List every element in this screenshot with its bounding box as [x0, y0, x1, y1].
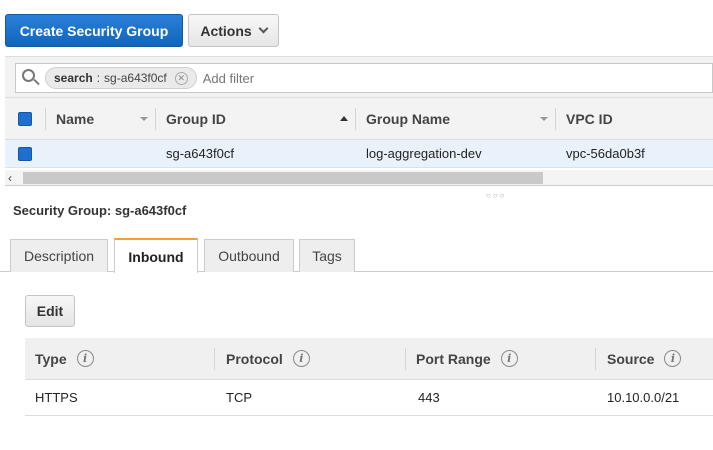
scrollbar-thumb[interactable]: [23, 172, 543, 184]
row-group-name: log-aggregation-dev: [366, 146, 482, 161]
actions-dropdown-button[interactable]: Actions: [188, 14, 279, 47]
rule-source: 10.10.0.0/21: [607, 390, 680, 405]
rules-header: Type i Protocol i Port Range i Source i: [25, 338, 713, 380]
filter-chip[interactable]: search : sg-a643f0cf ✕: [45, 67, 197, 89]
search-icon: [22, 69, 40, 87]
filter-chip-value: sg-a643f0cf: [104, 71, 167, 85]
toolbar: Create Security Group Actions: [0, 0, 713, 56]
edit-button[interactable]: Edit: [25, 295, 75, 327]
rule-port-range: 443: [418, 390, 440, 405]
column-header-group-name[interactable]: Group Name: [366, 98, 450, 139]
sort-icon[interactable]: [540, 116, 548, 121]
chevron-down-icon: [258, 23, 269, 34]
rules-column-type: Type i: [35, 338, 94, 379]
rules-column-port-range: Port Range i: [416, 338, 518, 379]
table-row: HTTPS TCP 443 10.10.0.0/21: [25, 380, 713, 416]
sort-icon[interactable]: [140, 116, 148, 121]
create-security-group-button[interactable]: Create Security Group: [5, 14, 183, 47]
actions-label: Actions: [200, 22, 252, 39]
row-checkbox[interactable]: [18, 146, 32, 161]
rules-column-source: Source i: [607, 338, 682, 379]
detail-title: Security Group: sg-a643f0cf: [13, 203, 187, 218]
column-header-name[interactable]: Name: [56, 98, 94, 139]
filter-chip-separator: :: [96, 71, 101, 85]
filter-chip-key: search: [54, 71, 93, 85]
info-icon[interactable]: i: [500, 350, 518, 367]
info-icon[interactable]: i: [76, 350, 94, 367]
tab-outbound[interactable]: Outbound: [204, 239, 294, 272]
rules-column-source-label: Source: [607, 350, 655, 367]
table-header: Name Group ID Group Name VPC ID: [5, 98, 713, 140]
inbound-rules-table: Type i Protocol i Port Range i Source i …: [25, 338, 713, 416]
tab-tags[interactable]: Tags: [299, 239, 355, 272]
row-vpc-id: vpc-56da0b3f: [566, 146, 645, 161]
remove-filter-icon[interactable]: ✕: [174, 71, 188, 85]
horizontal-scrollbar[interactable]: ‹: [5, 170, 713, 186]
tab-inbound[interactable]: Inbound: [114, 238, 198, 273]
info-icon[interactable]: i: [664, 350, 682, 367]
rules-column-protocol-label: Protocol: [226, 350, 283, 367]
security-groups-table: Name Group ID Group Name VPC ID sg-a643f…: [5, 98, 713, 168]
scroll-left-icon[interactable]: ‹: [8, 171, 12, 185]
pane-resize-handle[interactable]: ○○○: [486, 191, 507, 200]
column-header-group-id[interactable]: Group ID: [166, 98, 226, 139]
add-filter-input[interactable]: [202, 70, 503, 86]
rule-protocol: TCP: [226, 390, 252, 405]
detail-tabs: Description Inbound Outbound Tags: [0, 238, 713, 273]
info-icon[interactable]: i: [292, 350, 310, 367]
rules-column-type-label: Type: [35, 350, 67, 367]
filter-bar: search : sg-a643f0cf ✕: [5, 56, 713, 98]
table-row[interactable]: sg-a643f0cf log-aggregation-dev vpc-56da…: [5, 140, 713, 168]
rules-column-protocol: Protocol i: [226, 338, 310, 379]
row-group-id: sg-a643f0cf: [166, 146, 234, 161]
select-all-checkbox[interactable]: [18, 111, 32, 126]
column-header-vpc-id[interactable]: VPC ID: [566, 98, 613, 139]
rules-column-port-range-label: Port Range: [416, 350, 491, 367]
tab-description[interactable]: Description: [10, 239, 108, 272]
filter-box[interactable]: search : sg-a643f0cf ✕: [15, 63, 713, 93]
rule-type: HTTPS: [35, 390, 78, 405]
sort-ascending-icon[interactable]: [340, 116, 348, 121]
